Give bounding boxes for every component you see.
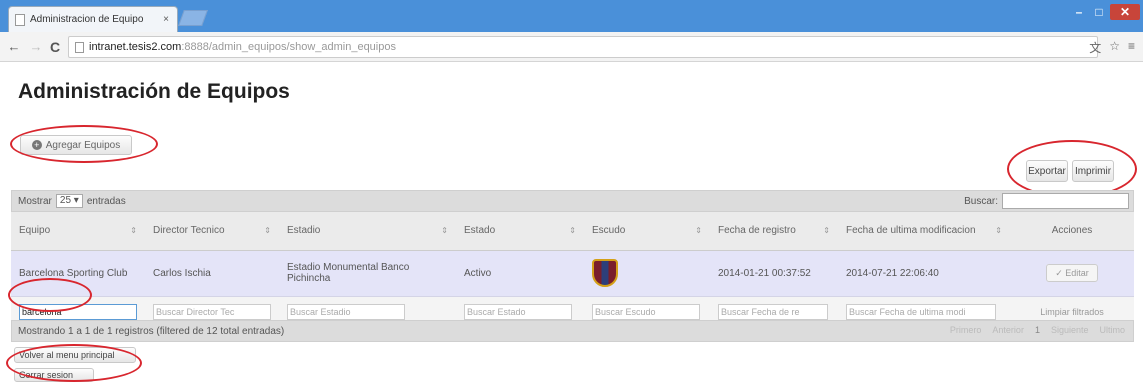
sort-icon: ⇕ <box>569 226 576 235</box>
column-header-modificacion[interactable]: Fecha de ultima modificacion ⇕ <box>838 212 1010 251</box>
filter-escudo-input[interactable] <box>592 304 700 320</box>
filter-director-input[interactable] <box>153 304 271 320</box>
column-header-estadio[interactable]: Estadio ⇕ <box>279 212 456 251</box>
column-header-equipo[interactable]: Equipo ⇕ <box>11 212 145 251</box>
column-header-director[interactable]: Director Tecnico ⇕ <box>145 212 279 251</box>
browser-toolbar: ← → C intranet.tesis2.com :8888/admin_eq… <box>0 32 1143 62</box>
window-close-icon[interactable]: ✕ <box>1110 4 1140 20</box>
column-header-acciones: Acciones <box>1010 212 1134 251</box>
pagination: Primero Anterior 1 Siguiente Ultimo <box>946 324 1129 336</box>
page-length-select[interactable]: 25 ▾ <box>55 194 83 208</box>
table-footer: Mostrando 1 a 1 de 1 registros (filtered… <box>11 320 1134 342</box>
sort-icon: ⇕ <box>264 226 271 235</box>
cell-director: Carlos Ischia <box>145 250 279 297</box>
page-next-button[interactable]: Siguiente <box>1047 324 1093 336</box>
translate-icon[interactable]: 文 <box>1089 39 1101 56</box>
table-controls: Mostrar 25 ▾ entradas Buscar: <box>11 190 1134 212</box>
tab-title: Administracion de Equipo <box>30 14 144 25</box>
filter-estadio-input[interactable] <box>287 304 405 320</box>
cell-estado: Activo <box>456 250 584 297</box>
sort-icon: ⇕ <box>695 226 702 235</box>
bookmark-star-icon[interactable]: ☆ <box>1109 39 1120 56</box>
address-bar[interactable]: intranet.tesis2.com :8888/admin_equipos/… <box>68 36 1098 58</box>
sort-icon: ⇕ <box>995 226 1002 235</box>
page-title: Administración de Equipos <box>18 80 290 103</box>
toolbar-actions: 文 ☆ ≡ <box>1089 39 1135 56</box>
browser-tab[interactable]: Administracion de Equipo × <box>8 6 178 32</box>
page-number-button[interactable]: 1 <box>1031 324 1044 336</box>
url-path: :8888/admin_equipos/show_admin_equipos <box>181 41 396 53</box>
filter-registro-input[interactable] <box>718 304 828 320</box>
team-crest-icon <box>592 259 618 287</box>
search-label: Buscar: <box>964 195 998 207</box>
new-tab-button[interactable] <box>178 10 208 26</box>
page-last-button[interactable]: Ultimo <box>1095 324 1129 336</box>
table-row: Barcelona Sporting Club Carlos Ischia Es… <box>11 250 1134 297</box>
cell-acciones: ✓ Editar <box>1010 250 1134 297</box>
teams-table: Equipo ⇕ Director Tecnico ⇕ Estadio ⇕ Estad… <box>11 212 1134 329</box>
sort-icon: ⇕ <box>823 226 830 235</box>
page-prev-button[interactable]: Anterior <box>988 324 1028 336</box>
column-header-escudo[interactable]: Escudo ⇕ <box>584 212 710 251</box>
entries-label: entradas <box>86 195 126 207</box>
back-arrow-icon[interactable]: ← <box>6 39 22 54</box>
cell-escudo <box>584 250 710 297</box>
edit-button[interactable]: ✓ Editar <box>1046 263 1098 282</box>
reload-icon[interactable]: C <box>50 39 66 55</box>
sort-icon: ⇕ <box>441 226 448 235</box>
window-maximize-icon[interactable]: □ <box>1088 4 1110 20</box>
browser-titlebar: Administracion de Equipo × – □ ✕ <box>0 0 1143 32</box>
search-input[interactable] <box>1002 193 1129 209</box>
browser-menu-icon[interactable]: ≡ <box>1128 39 1135 56</box>
cell-estadio: Estadio Monumental Banco Pichincha <box>279 250 456 297</box>
filter-modificacion-input[interactable] <box>846 304 996 320</box>
page-first-button[interactable]: Primero <box>946 324 986 336</box>
page-icon <box>75 41 84 53</box>
column-header-estado[interactable]: Estado ⇕ <box>456 212 584 251</box>
show-label: Mostrar <box>18 195 52 207</box>
window-minimize-icon[interactable]: – <box>1070 4 1088 20</box>
page-favicon-icon <box>15 13 25 26</box>
annotation-circle-back <box>6 344 142 382</box>
cell-modificacion: 2014-07-21 22:06:40 <box>838 250 1010 297</box>
filter-estado-input[interactable] <box>464 304 572 320</box>
column-header-registro[interactable]: Fecha de registro ⇕ <box>710 212 838 251</box>
table-info: Mostrando 1 a 1 de 1 registros (filtered… <box>18 325 285 337</box>
forward-arrow-icon[interactable]: → <box>28 39 44 54</box>
tab-close-icon[interactable]: × <box>163 14 169 25</box>
annotation-circle-add <box>10 125 158 163</box>
table-header-row: Equipo ⇕ Director Tecnico ⇕ Estadio ⇕ Estad… <box>11 212 1134 251</box>
url-host: intranet.tesis2.com <box>89 41 182 53</box>
annotation-circle-filter <box>8 278 92 312</box>
sort-icon: ⇕ <box>130 226 137 235</box>
cell-registro: 2014-01-21 00:37:52 <box>710 250 838 297</box>
